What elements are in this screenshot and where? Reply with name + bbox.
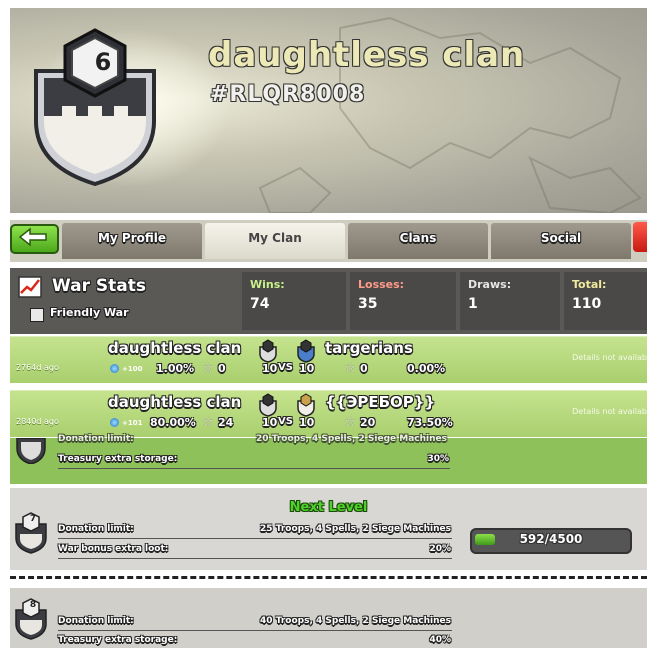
- lineup-size-right: 10: [299, 362, 315, 375]
- xp-gain: +101: [122, 419, 143, 427]
- war-bonus-loot-value: 20%: [429, 544, 451, 554]
- xp-gain: +100: [122, 365, 143, 373]
- opponent-badge-icon: [297, 393, 315, 417]
- details-unavailable: Details not availab: [572, 353, 647, 362]
- clan-xp-progress-bar: 592/4500: [470, 528, 632, 554]
- war-bonus-loot-label: War bonus extra loot:: [58, 544, 169, 554]
- lineup-size-right: 10: [299, 416, 315, 429]
- nav-bar: My Profile My Clan Clans Social: [10, 220, 647, 262]
- divider: [58, 630, 452, 631]
- treasury-storage-label: Treasury extra storage:: [58, 635, 178, 645]
- opponent-destruction-pct: 0.00%: [407, 362, 446, 375]
- draws-value: 1: [468, 296, 478, 312]
- our-clan-badge-icon: [259, 393, 277, 417]
- wins-stat: Wins: 74: [242, 272, 346, 330]
- donation-limit-label: Donation limit:: [58, 616, 134, 626]
- star-icon: ☆: [202, 415, 214, 430]
- clan-header: 6 daughtless clan #RLQR8008: [10, 8, 647, 213]
- opponent-stars: 20: [360, 416, 376, 429]
- losses-value: 35: [358, 296, 378, 312]
- draws-stat: Draws: 1: [460, 272, 560, 330]
- divider: [58, 538, 452, 539]
- divider: [58, 468, 450, 469]
- war-time-ago: 2840d ago: [16, 417, 59, 426]
- treasury-storage-label: Treasury extra storage:: [58, 454, 178, 464]
- clan-name: daughtless clan: [208, 35, 526, 75]
- losses-label: Losses:: [358, 278, 405, 291]
- lineup-size-left: 10: [262, 362, 278, 375]
- back-button[interactable]: [10, 224, 59, 254]
- close-button[interactable]: [633, 222, 647, 252]
- war-stats-panel: War Stats Friendly War Wins: 74 Losses: …: [10, 268, 647, 334]
- friendly-war-label: Friendly War: [50, 306, 129, 319]
- total-value: 110: [572, 296, 602, 312]
- opponent-stars: 0: [360, 362, 368, 375]
- wins-value: 74: [250, 296, 270, 312]
- our-stars: 24: [218, 416, 234, 429]
- treasury-storage-value: 30%: [427, 454, 449, 464]
- tab-my-clan[interactable]: My Clan: [205, 223, 345, 259]
- donation-limit-value: 40 Troops, 4 Spells, 2 Siege Machines: [260, 616, 451, 626]
- progress-text: 592/4500: [519, 532, 583, 546]
- donation-limit-label: Donation limit:: [58, 524, 134, 534]
- our-clan-name: daughtless clan: [108, 393, 242, 411]
- tab-clans[interactable]: Clans: [348, 223, 488, 259]
- lineup-size-left: 10: [262, 416, 278, 429]
- opponent-destruction-pct: 73.50%: [407, 416, 453, 429]
- clan-level-number: 6: [94, 48, 112, 76]
- our-clan-name: daughtless clan: [108, 339, 242, 357]
- opponent-badge-icon: [297, 339, 315, 363]
- war-log-entry[interactable]: 2764d ago daughtless clan targerians +10…: [10, 336, 647, 383]
- next-level-title: Next Level: [289, 500, 368, 515]
- vs-label: VS: [278, 416, 293, 427]
- current-perks-panel: Donation limit: 20 Troops, 4 Spells, 2 S…: [10, 434, 647, 484]
- following-level-panel: 8 Donation limit: 40 Troops, 4 Spells, 2…: [10, 588, 647, 648]
- treasury-storage-value: 40%: [429, 635, 451, 645]
- opponent-clan-name: {{ЭРЕБОР}}: [325, 393, 436, 411]
- our-clan-badge-icon: [259, 339, 277, 363]
- tab-my-profile[interactable]: My Profile: [62, 223, 202, 259]
- war-log-entry[interactable]: 2840d ago daughtless clan {{ЭРЕБОР}} +10…: [10, 390, 647, 437]
- level-separator: [10, 576, 647, 579]
- friendly-war-checkbox[interactable]: [30, 308, 44, 322]
- details-unavailable: Details not availab: [572, 407, 647, 416]
- draws-label: Draws:: [468, 278, 512, 291]
- war-stats-chart-icon: [18, 276, 42, 298]
- star-icon: ☆: [344, 415, 356, 430]
- our-destruction-pct: 80.00%: [150, 416, 196, 429]
- back-arrow-icon: [18, 227, 47, 247]
- xp-icon: [110, 364, 119, 373]
- donation-limit-label: Donation limit:: [58, 434, 134, 444]
- total-label: Total:: [572, 278, 607, 291]
- next-level-number: 7: [29, 514, 37, 524]
- war-stats-title: War Stats: [52, 276, 147, 296]
- clan-tag: #RLQR8008: [210, 82, 366, 107]
- divider: [58, 558, 452, 559]
- our-destruction-pct: 1.00%: [156, 362, 195, 375]
- star-icon: ☆: [344, 361, 356, 376]
- our-stars: 0: [218, 362, 226, 375]
- opponent-clan-name: targerians: [325, 339, 413, 357]
- losses-stat: Losses: 35: [350, 272, 456, 330]
- total-stat: Total: 110: [564, 272, 647, 330]
- war-time-ago: 2764d ago: [16, 363, 59, 372]
- vs-label: VS: [278, 362, 293, 373]
- donation-limit-value: 25 Troops, 4 Spells, 2 Siege Machines: [260, 524, 451, 534]
- donation-limit-value: 20 Troops, 4 Spells, 2 Siege Machines: [256, 434, 447, 444]
- star-icon: ☆: [202, 361, 214, 376]
- clan-level-badge-icon: [16, 438, 46, 464]
- following-level-number: 8: [29, 600, 37, 610]
- tab-social[interactable]: Social: [491, 223, 631, 259]
- xp-icon: [110, 418, 119, 427]
- wins-label: Wins:: [250, 278, 285, 291]
